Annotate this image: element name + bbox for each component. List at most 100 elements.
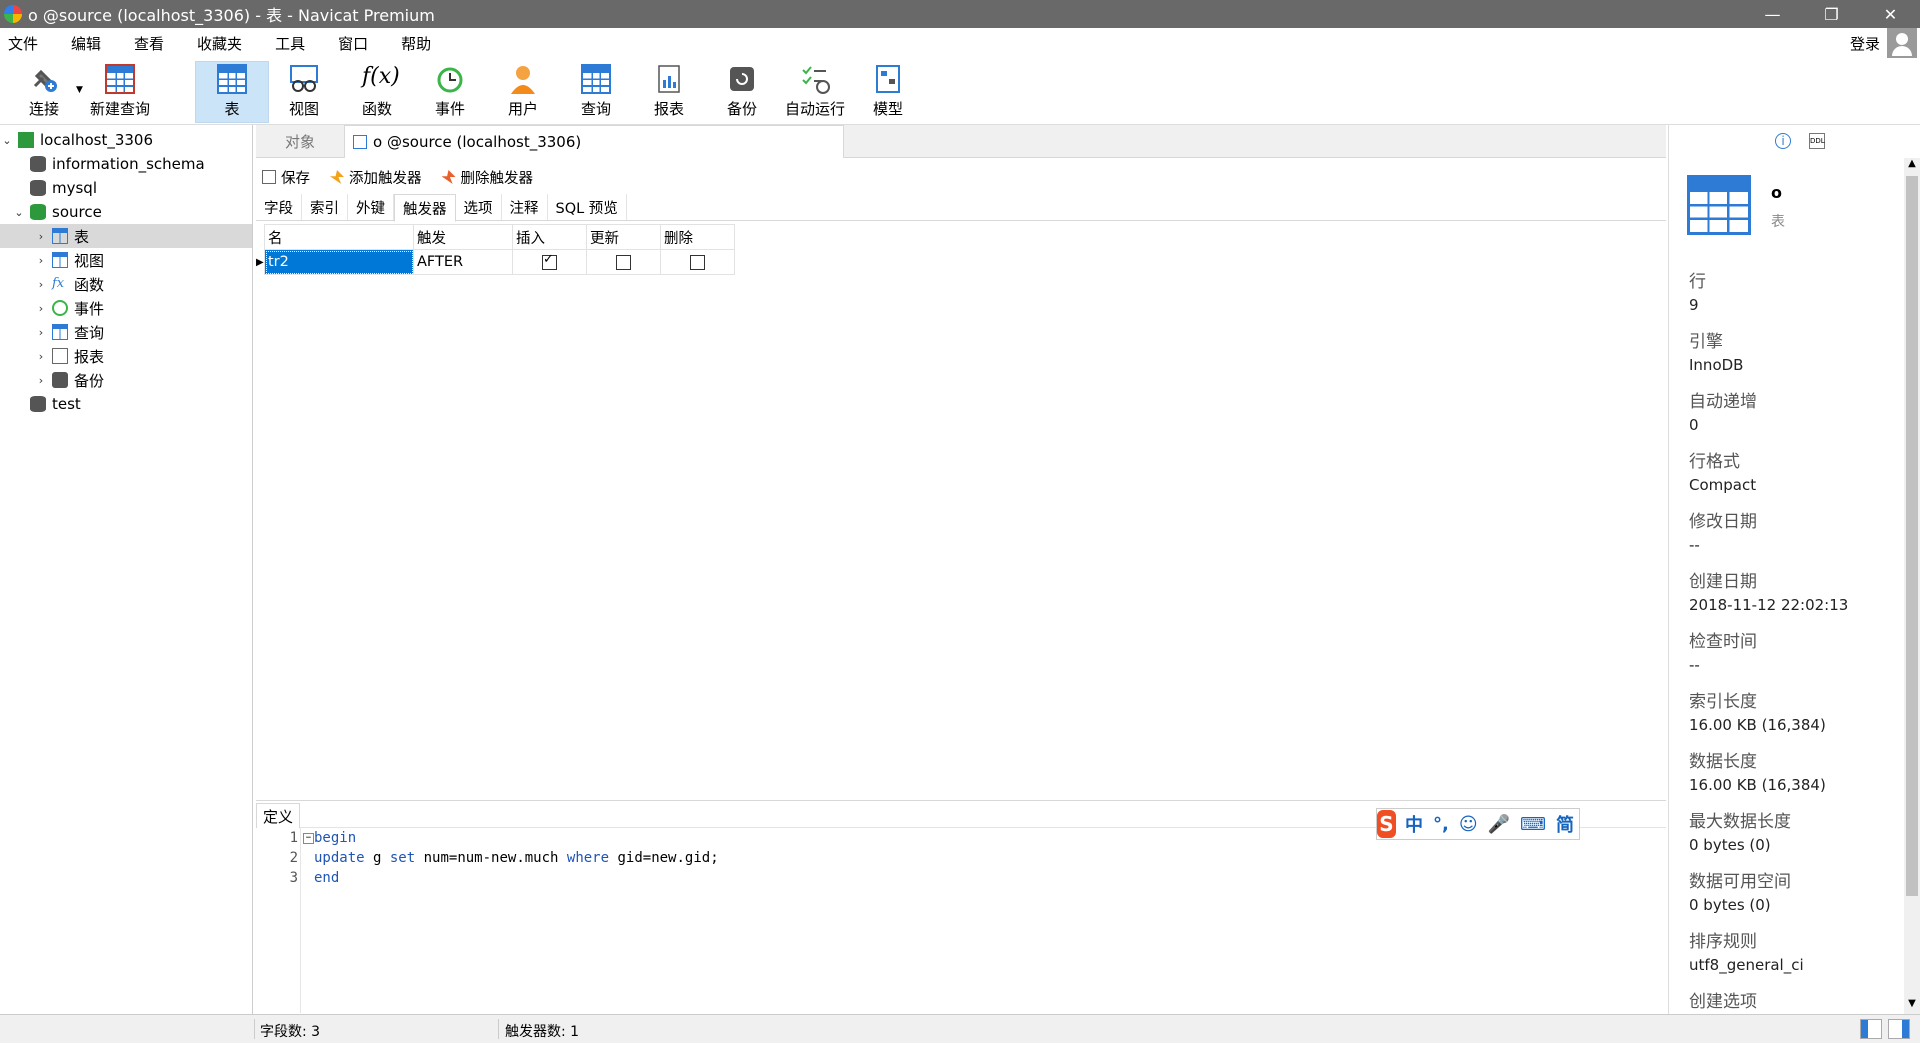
scrollbar-thumb[interactable] (1906, 176, 1918, 896)
report-button[interactable]: 报表 (647, 62, 691, 122)
tree-db-information-schema[interactable]: information_schema (0, 152, 278, 176)
tree-db-test[interactable]: test (0, 392, 278, 416)
tab-table-design[interactable]: o @source (localhost_3306) (344, 125, 844, 158)
function-icon: f(x) (362, 64, 400, 89)
scroll-up-icon[interactable]: ▲ (1904, 158, 1920, 174)
expand-chevron-icon[interactable]: › (34, 278, 48, 291)
connect-dropdown-icon[interactable]: ▼ (76, 85, 83, 95)
menu-tools[interactable]: 工具 (267, 33, 315, 54)
connection-label: localhost_3306 (40, 131, 154, 149)
minimize-button[interactable]: — (1743, 0, 1802, 28)
ime-punctuation-icon[interactable]: °, (1433, 814, 1449, 835)
ime-keyboard-icon[interactable]: ⌨ (1520, 814, 1546, 835)
info-icon[interactable]: i (1775, 133, 1791, 149)
sql-text: num=num-new.much (415, 850, 567, 866)
column-header-timing[interactable]: 触发 (413, 224, 513, 250)
function-button[interactable]: f(x) 函数 (355, 62, 400, 122)
table-icon (52, 228, 68, 244)
table-button[interactable]: 表 (195, 61, 269, 123)
table-design-icon (353, 135, 367, 149)
backup-button[interactable]: 备份 (720, 62, 764, 122)
ime-chinese-mode[interactable]: 中 (1405, 811, 1423, 837)
tab-comment[interactable]: 注释 (502, 194, 548, 220)
layout-list-icon[interactable] (1860, 1019, 1882, 1039)
tab-sql-preview[interactable]: SQL 预览 (548, 194, 627, 220)
info-panel-scrollbar[interactable]: ▲ ▼ (1904, 158, 1920, 1014)
column-header-update[interactable]: 更新 (586, 224, 661, 250)
tree-item-reports[interactable]: › 报表 (0, 344, 252, 368)
add-trigger-icon (330, 170, 344, 184)
tab-options[interactable]: 选项 (456, 194, 502, 220)
delete-checkbox[interactable] (690, 254, 705, 270)
menu-view[interactable]: 查看 (126, 33, 174, 54)
tree-connection[interactable]: ⌄ localhost_3306 (0, 128, 252, 152)
view-button[interactable]: 视图 (282, 62, 326, 122)
column-header-delete[interactable]: 删除 (660, 224, 735, 250)
close-button[interactable]: ✕ (1861, 0, 1920, 28)
add-trigger-button[interactable]: 添加触发器 (330, 167, 422, 188)
tree-item-tables[interactable]: › 表 (0, 224, 252, 248)
expand-chevron-icon[interactable]: › (34, 230, 48, 243)
trigger-name-cell[interactable]: tr2 (264, 249, 414, 275)
menu-favorites[interactable]: 收藏夹 (189, 33, 252, 54)
menu-help[interactable]: 帮助 (393, 33, 441, 54)
layout-detail-icon[interactable] (1888, 1019, 1910, 1039)
query-icon (581, 64, 611, 94)
expand-chevron-icon[interactable]: › (34, 374, 48, 387)
tab-indexes[interactable]: 索引 (302, 194, 348, 220)
collapse-chevron-icon[interactable]: ⌄ (0, 134, 14, 147)
ime-simplified-mode[interactable]: 简 (1556, 811, 1574, 837)
tab-foreign-keys[interactable]: 外键 (348, 194, 394, 220)
prop-label: 创建日期 (1689, 572, 1757, 592)
automation-button[interactable]: 自动运行 (783, 62, 847, 122)
prop-label: 数据可用空间 (1689, 872, 1791, 892)
tab-definition[interactable]: 定义 (256, 803, 301, 828)
login-link[interactable]: 登录 (1850, 33, 1880, 54)
ddl-icon[interactable]: DDL (1809, 133, 1825, 149)
avatar[interactable] (1887, 28, 1917, 58)
menu-window[interactable]: 窗口 (330, 33, 378, 54)
menu-file[interactable]: 文件 (0, 33, 48, 54)
ime-voice-icon[interactable]: 🎤 (1488, 814, 1510, 835)
user-button[interactable]: 用户 (501, 62, 545, 122)
query-button[interactable]: 查询 (574, 62, 618, 122)
tree-db-mysql[interactable]: mysql (0, 176, 278, 200)
table-row[interactable]: ▶ tr2 AFTER (256, 249, 735, 275)
tab-fields[interactable]: 字段 (256, 194, 302, 220)
event-button[interactable]: 事件 (428, 62, 472, 122)
tree-item-functions[interactable]: › fx 函数 (0, 272, 252, 296)
expand-chevron-icon[interactable]: › (34, 326, 48, 339)
tree-item-backups[interactable]: › 备份 (0, 368, 252, 392)
insert-checkbox[interactable] (542, 252, 557, 270)
scroll-down-icon[interactable]: ▼ (1904, 998, 1920, 1014)
model-button[interactable]: 模型 (866, 62, 910, 122)
save-label: 保存 (281, 170, 310, 187)
connect-button[interactable]: 连接 (22, 62, 66, 122)
trigger-timing-cell[interactable]: AFTER (413, 249, 513, 275)
update-checkbox[interactable] (616, 254, 631, 270)
save-button[interactable]: 保存 (262, 167, 310, 188)
column-header-insert[interactable]: 插入 (512, 224, 587, 250)
tree-db-source[interactable]: ⌄ source (0, 200, 264, 224)
automation-label: 自动运行 (784, 100, 845, 118)
restore-button[interactable]: ❐ (1802, 0, 1861, 28)
collapse-chevron-icon[interactable]: ⌄ (12, 206, 26, 219)
sql-keyword: update (314, 850, 365, 866)
view-label: 视图 (288, 100, 319, 118)
tab-triggers[interactable]: 触发器 (394, 194, 456, 222)
delete-trigger-button[interactable]: 删除触发器 (441, 167, 533, 188)
sql-editor[interactable]: − 1 begin 2 update g set num=num-new.muc… (256, 828, 1666, 1013)
tab-objects[interactable]: 对象 (256, 125, 344, 157)
expand-chevron-icon[interactable]: › (34, 350, 48, 363)
tree-item-events[interactable]: › 事件 (0, 296, 252, 320)
ime-emoji-icon[interactable]: ☺ (1459, 814, 1478, 835)
expand-chevron-icon[interactable]: › (34, 254, 48, 267)
menu-edit[interactable]: 编辑 (63, 33, 111, 54)
trigger-grid: 名 触发 插入 更新 删除 ▶ tr2 AFTER (256, 224, 735, 275)
ime-toolbar[interactable]: S 中 °, ☺ 🎤 ⌨ 简 (1376, 808, 1580, 840)
new-query-button[interactable]: 新建查询 (88, 62, 152, 122)
column-header-name[interactable]: 名 (264, 224, 414, 250)
tree-item-queries[interactable]: › 查询 (0, 320, 252, 344)
expand-chevron-icon[interactable]: › (34, 302, 48, 315)
tree-item-views[interactable]: › 视图 (0, 248, 252, 272)
